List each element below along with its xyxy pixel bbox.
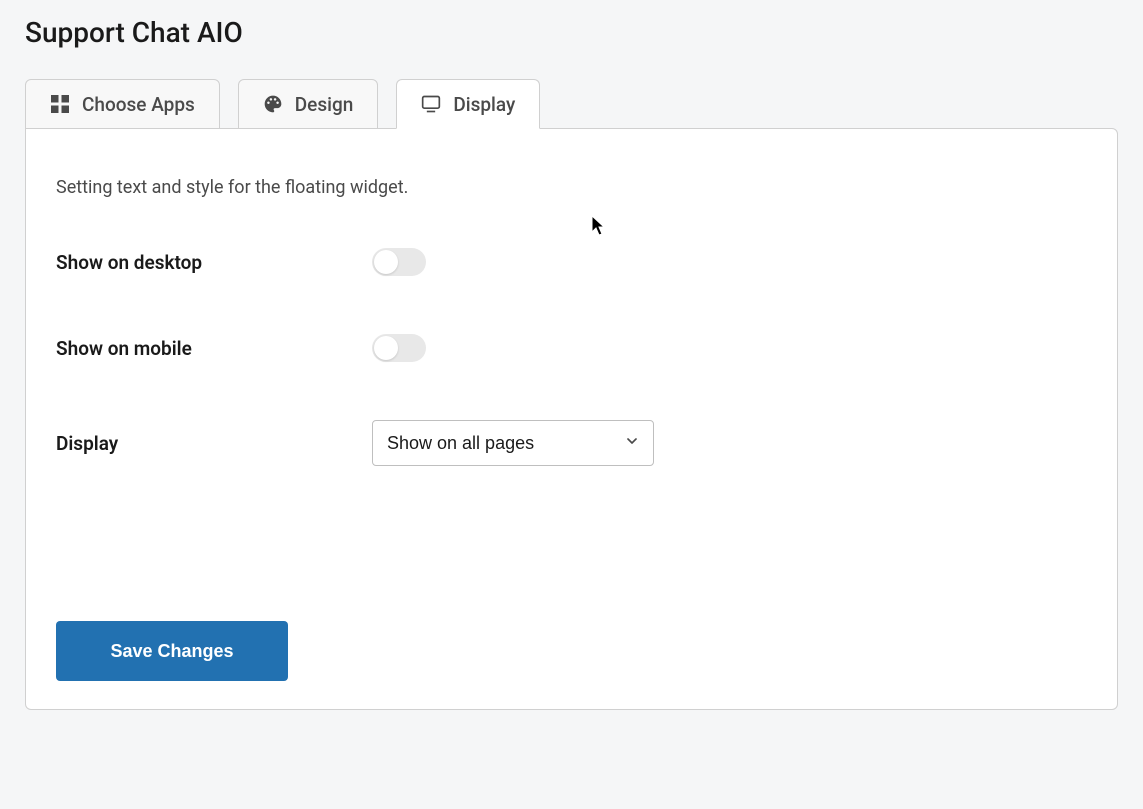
field-label-show-mobile: Show on mobile <box>56 337 372 360</box>
monitor-icon <box>421 94 441 114</box>
toggle-show-desktop[interactable] <box>372 248 426 276</box>
tab-display[interactable]: Display <box>396 79 540 129</box>
toggle-knob <box>374 336 398 360</box>
toggle-knob <box>374 250 398 274</box>
field-show-mobile: Show on mobile <box>56 334 1087 362</box>
select-display[interactable]: Show on all pages <box>372 420 654 466</box>
tab-bar: Choose Apps Design Display <box>25 79 1118 129</box>
field-display: Display Show on all pages <box>56 420 1087 466</box>
field-label-display: Display <box>56 432 372 455</box>
tab-label: Choose Apps <box>82 93 195 116</box>
tab-design[interactable]: Design <box>238 79 379 129</box>
palette-icon <box>263 94 283 114</box>
tab-choose-apps[interactable]: Choose Apps <box>25 79 220 129</box>
save-button[interactable]: Save Changes <box>56 621 288 681</box>
tab-label: Design <box>295 93 354 116</box>
page-title: Support Chat AIO <box>25 16 1118 49</box>
field-show-desktop: Show on desktop <box>56 248 1087 276</box>
grid-icon <box>50 94 70 114</box>
toggle-show-mobile[interactable] <box>372 334 426 362</box>
tab-label: Display <box>453 93 515 116</box>
panel-description: Setting text and style for the floating … <box>56 177 1087 198</box>
field-label-show-desktop: Show on desktop <box>56 251 372 274</box>
settings-panel: Setting text and style for the floating … <box>25 128 1118 710</box>
select-display-wrap: Show on all pages <box>372 420 654 466</box>
